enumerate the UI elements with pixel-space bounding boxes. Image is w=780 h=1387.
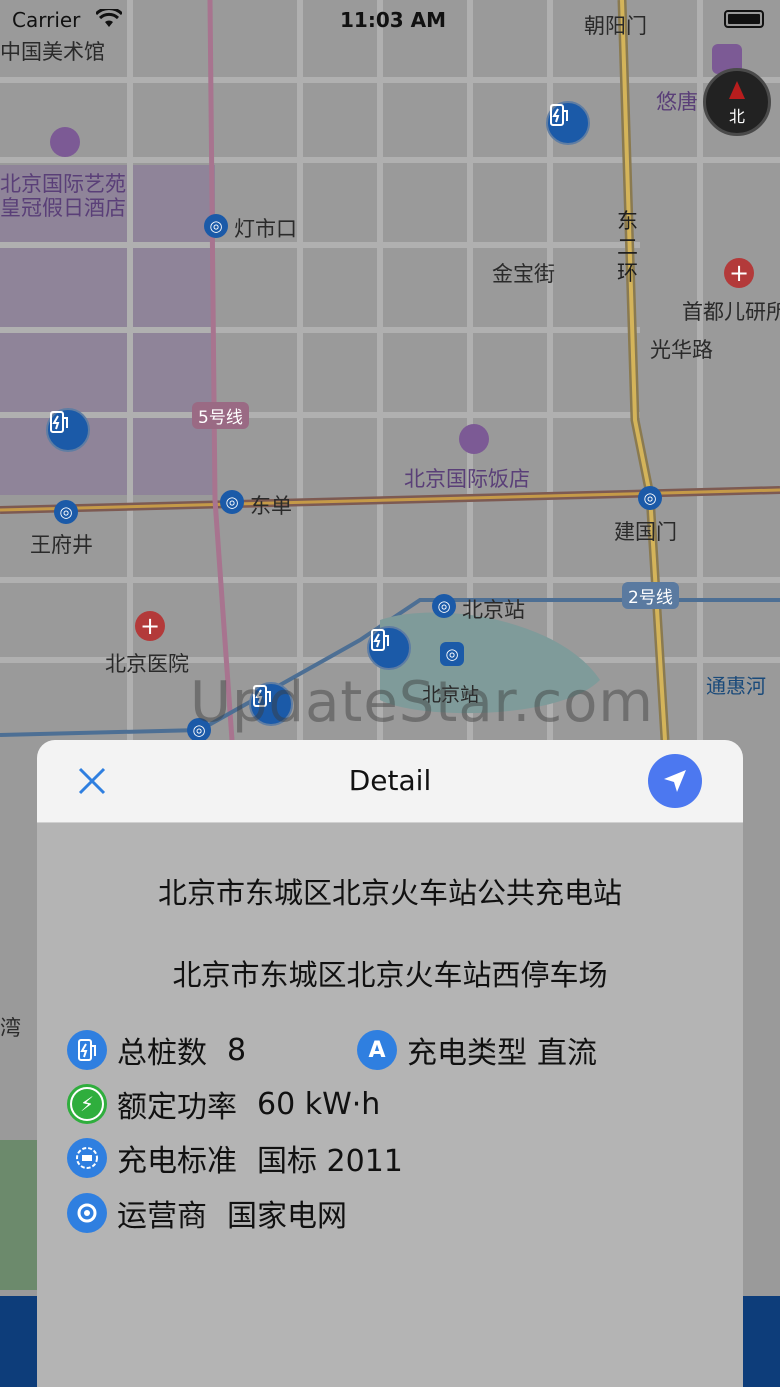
map-label-dengshikou[interactable]: 灯市口 (234, 213, 297, 243)
operator-value: 国家电网 (227, 1199, 347, 1234)
navigate-button[interactable] (648, 754, 702, 808)
hospital-icon[interactable]: + (135, 611, 165, 641)
map-label-dongdan[interactable]: 东单 (250, 490, 292, 520)
map-label-intl-hotel[interactable]: 北京国际饭店 (404, 463, 530, 493)
wifi-icon (96, 9, 122, 27)
charge-standard-label: 充电标准 (117, 1144, 237, 1179)
map-label-east-ring: 东二环 (617, 209, 638, 285)
charging-station-marker[interactable] (367, 626, 411, 670)
navigate-arrow-icon (664, 770, 686, 792)
charging-station-marker[interactable] (46, 408, 90, 452)
compass-north-label: 北 (729, 107, 746, 126)
charging-pile-icon (67, 1030, 107, 1070)
station-address: 北京市东城区北京火车站西停车场 (172, 958, 608, 992)
hotel-icon[interactable] (459, 424, 489, 454)
charge-type-row: A 充电类型 直流 (357, 1028, 597, 1072)
clock: 11:03 AM (340, 8, 447, 32)
operator-row: 运营商 国家电网 (67, 1191, 347, 1235)
total-piles-label: 总桩数 (117, 1036, 207, 1071)
map-label-jinbaojie[interactable]: 金宝街 (492, 258, 555, 288)
map-label-wan: 湾 (0, 1016, 21, 1040)
metro-station-icon[interactable]: ◎ (638, 486, 662, 510)
detail-header: Detail (37, 740, 743, 823)
detail-title: Detail (348, 764, 432, 797)
map-label-hotel-line2[interactable]: 皇冠假日酒店 (0, 192, 126, 222)
map-label-youtang[interactable]: 悠唐 (656, 86, 698, 116)
compass-button[interactable]: 北 (703, 68, 771, 136)
watermark: UpdateStar.com (190, 670, 654, 735)
battery-icon (724, 10, 764, 28)
total-piles-row: 总桩数 8 (67, 1028, 246, 1072)
map-label-guanghualu[interactable]: 光华路 (650, 334, 713, 364)
map-label-art-museum[interactable]: 中国美术馆 (0, 36, 105, 66)
metro-station-icon[interactable]: ◎ (54, 500, 78, 524)
carrier-label: Carrier (12, 8, 81, 32)
charge-type-label: 充电类型 (407, 1036, 527, 1071)
operator-icon (67, 1193, 107, 1233)
rated-power-row: ⚡ 额定功率 60 kW·h (67, 1082, 380, 1126)
metro-line-2-badge: 2号线 (622, 582, 679, 609)
station-name: 北京市东城区北京火车站公共充电站 (157, 876, 622, 910)
charge-standard-row: 充电标准 国标 2011 (67, 1136, 403, 1180)
operator-label: 运营商 (117, 1199, 207, 1234)
lightning-icon: ⚡ (67, 1084, 107, 1124)
map-label-children-hospital[interactable]: 首都儿研所 (682, 296, 780, 326)
metro-station-icon[interactable]: ◎ (432, 594, 456, 618)
hospital-icon[interactable]: + (724, 258, 754, 288)
metro-line-5-badge: 5号线 (192, 402, 249, 429)
rated-power-value: 60 kW·h (257, 1086, 381, 1122)
metro-station-icon[interactable]: ◎ (220, 490, 244, 514)
charge-standard-value: 国标 2011 (257, 1144, 403, 1179)
map-label-tonghuihe: 通惠河 (706, 674, 766, 698)
standard-icon (67, 1138, 107, 1178)
compass-needle-icon (729, 81, 745, 99)
charge-type-icon: A (357, 1030, 397, 1070)
metro-station-icon[interactable]: ◎ (204, 214, 228, 238)
map-label-chaoyangmen[interactable]: 朝阳门 (584, 10, 647, 40)
map-label-wangfujing[interactable]: 王府井 (30, 529, 93, 559)
hotel-icon[interactable] (50, 127, 80, 157)
total-piles-value: 8 (227, 1032, 247, 1068)
charge-type-value: 直流 (537, 1036, 597, 1071)
status-bar: Carrier 11:03 AM (0, 0, 780, 40)
map-label-beijing-hospital[interactable]: 北京医院 (105, 648, 189, 678)
map-label-jianguomen[interactable]: 建国门 (614, 516, 677, 546)
train-station-icon[interactable]: ◎ (440, 642, 464, 666)
rated-power-label: 额定功率 (117, 1090, 237, 1125)
charging-station-marker[interactable] (546, 101, 590, 145)
map-label-beijingzhan-metro[interactable]: 北京站 (462, 594, 525, 624)
detail-sheet: Detail 北京市东城区北京火车站公共充电站 北京市东城区北京火车站西停车场 … (37, 740, 743, 1387)
